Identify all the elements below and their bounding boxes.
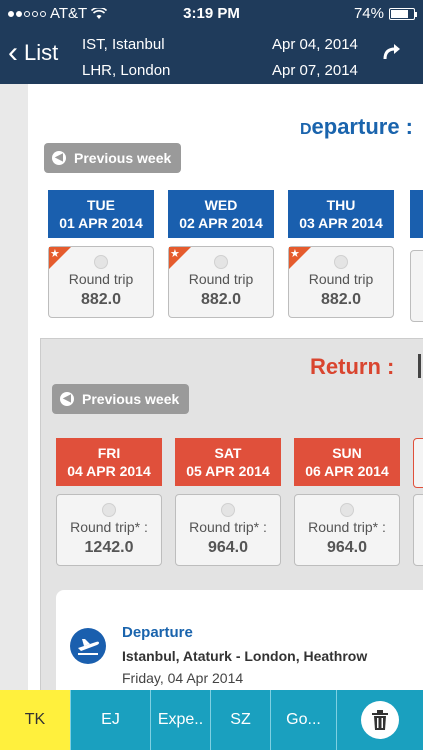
depart-date: Apr 04, 2014 bbox=[272, 36, 358, 53]
return-previous-week-button[interactable]: ◀ Previous week bbox=[52, 384, 190, 414]
battery-percent: 74% bbox=[353, 5, 384, 22]
back-button[interactable]: ‹ List bbox=[8, 38, 58, 68]
return-day-card[interactable]: SUN 06 APR 2014 Round trip* : 964.0 bbox=[294, 438, 400, 566]
return-heading-divider bbox=[418, 354, 421, 378]
radio-button[interactable] bbox=[334, 255, 348, 269]
airline-tab-bar: TK EJ Expe.. SZ Go... bbox=[0, 690, 423, 750]
fare-price: 964.0 bbox=[207, 539, 249, 556]
fare-price: 882.0 bbox=[200, 291, 242, 308]
departure-day-card[interactable]: WED 02 APR 2014 ★ Round trip 882.0 bbox=[168, 190, 274, 318]
fare-box-partial[interactable] bbox=[410, 250, 423, 322]
star-icon: ★ bbox=[49, 247, 71, 269]
fare-box[interactable]: ★ Round trip 882.0 bbox=[168, 246, 274, 318]
chevron-left-icon: ◀ bbox=[52, 151, 66, 165]
chevron-left-icon: ‹ bbox=[8, 36, 18, 69]
trash-icon bbox=[372, 710, 388, 730]
tab-expedia[interactable]: Expe.. bbox=[151, 690, 211, 750]
radio-button[interactable] bbox=[340, 503, 354, 517]
radio-button[interactable] bbox=[221, 503, 235, 517]
return-day-card-partial[interactable] bbox=[413, 438, 423, 488]
departure-heading: Departure : bbox=[299, 114, 413, 139]
nav-bar: ‹ List IST, Istanbul LHR, London Apr 04,… bbox=[0, 28, 423, 84]
tab-ej[interactable]: EJ bbox=[71, 690, 151, 750]
route-info: IST, Istanbul LHR, London bbox=[82, 32, 170, 84]
tab-sz[interactable]: SZ bbox=[211, 690, 271, 750]
fare-box[interactable]: Round trip* : 964.0 bbox=[175, 494, 281, 566]
return-day-card[interactable]: FRI 04 APR 2014 Round trip* : 1242.0 bbox=[56, 438, 162, 566]
day-header: THU 03 APR 2014 bbox=[288, 190, 394, 238]
battery-area: 74% bbox=[353, 5, 417, 22]
fare-box[interactable]: ★ Round trip 882.0 bbox=[288, 246, 394, 318]
return-day-card[interactable]: SAT 05 APR 2014 Round trip* : 964.0 bbox=[175, 438, 281, 566]
tab-go[interactable]: Go... bbox=[271, 690, 337, 750]
departure-day-card[interactable]: THU 03 APR 2014 ★ Round trip 882.0 bbox=[288, 190, 394, 318]
battery-icon bbox=[389, 7, 417, 20]
day-header: FRI 04 APR 2014 bbox=[56, 438, 162, 486]
origin-label: IST, Istanbul bbox=[82, 36, 165, 53]
fare-price: 882.0 bbox=[320, 291, 362, 308]
departure-previous-week-button[interactable]: ◀ Previous week bbox=[44, 143, 182, 173]
return-date: Apr 07, 2014 bbox=[272, 62, 358, 79]
fare-box[interactable]: ★ Round trip 882.0 bbox=[48, 246, 154, 318]
tab-tk[interactable]: TK bbox=[0, 690, 71, 750]
delete-area bbox=[337, 690, 423, 750]
chevron-left-icon: ◀ bbox=[60, 392, 74, 406]
trash-button[interactable] bbox=[361, 701, 399, 739]
trip-dates: Apr 04, 2014 Apr 07, 2014 bbox=[272, 32, 358, 84]
back-label: List bbox=[24, 40, 59, 65]
departure-day-card-partial[interactable] bbox=[410, 190, 423, 238]
plane-departure-icon bbox=[70, 628, 106, 664]
fare-box[interactable]: Round trip* : 964.0 bbox=[294, 494, 400, 566]
fare-price: 1242.0 bbox=[84, 539, 134, 556]
flight-title: Departure bbox=[122, 624, 193, 641]
status-bar: AT&T 3:19 PM 74% bbox=[0, 0, 423, 28]
day-header: SAT 05 APR 2014 bbox=[175, 438, 281, 486]
star-icon: ★ bbox=[169, 247, 191, 269]
flight-date: Friday, 04 Apr 2014 bbox=[122, 670, 244, 686]
star-icon: ★ bbox=[289, 247, 311, 269]
radio-button[interactable] bbox=[94, 255, 108, 269]
departure-day-card[interactable]: TUE 01 APR 2014 ★ Round trip 882.0 bbox=[48, 190, 154, 318]
flight-card[interactable]: Departure Istanbul, Ataturk - London, He… bbox=[56, 590, 423, 700]
fare-box[interactable]: Round trip* : 1242.0 bbox=[56, 494, 162, 566]
refresh-icon bbox=[383, 44, 400, 60]
destination-label: LHR, London bbox=[82, 62, 171, 79]
fare-price: 882.0 bbox=[80, 291, 122, 308]
radio-button[interactable] bbox=[214, 255, 228, 269]
radio-button[interactable] bbox=[102, 503, 116, 517]
fare-price: 964.0 bbox=[326, 539, 368, 556]
fare-box-partial[interactable] bbox=[413, 494, 423, 566]
day-header: TUE 01 APR 2014 bbox=[48, 190, 154, 238]
day-header: SUN 06 APR 2014 bbox=[294, 438, 400, 486]
day-header: WED 02 APR 2014 bbox=[168, 190, 274, 238]
flight-route: Istanbul, Ataturk - London, Heathrow bbox=[122, 648, 368, 664]
return-heading: Return : bbox=[310, 354, 395, 379]
refresh-button[interactable] bbox=[381, 42, 403, 69]
